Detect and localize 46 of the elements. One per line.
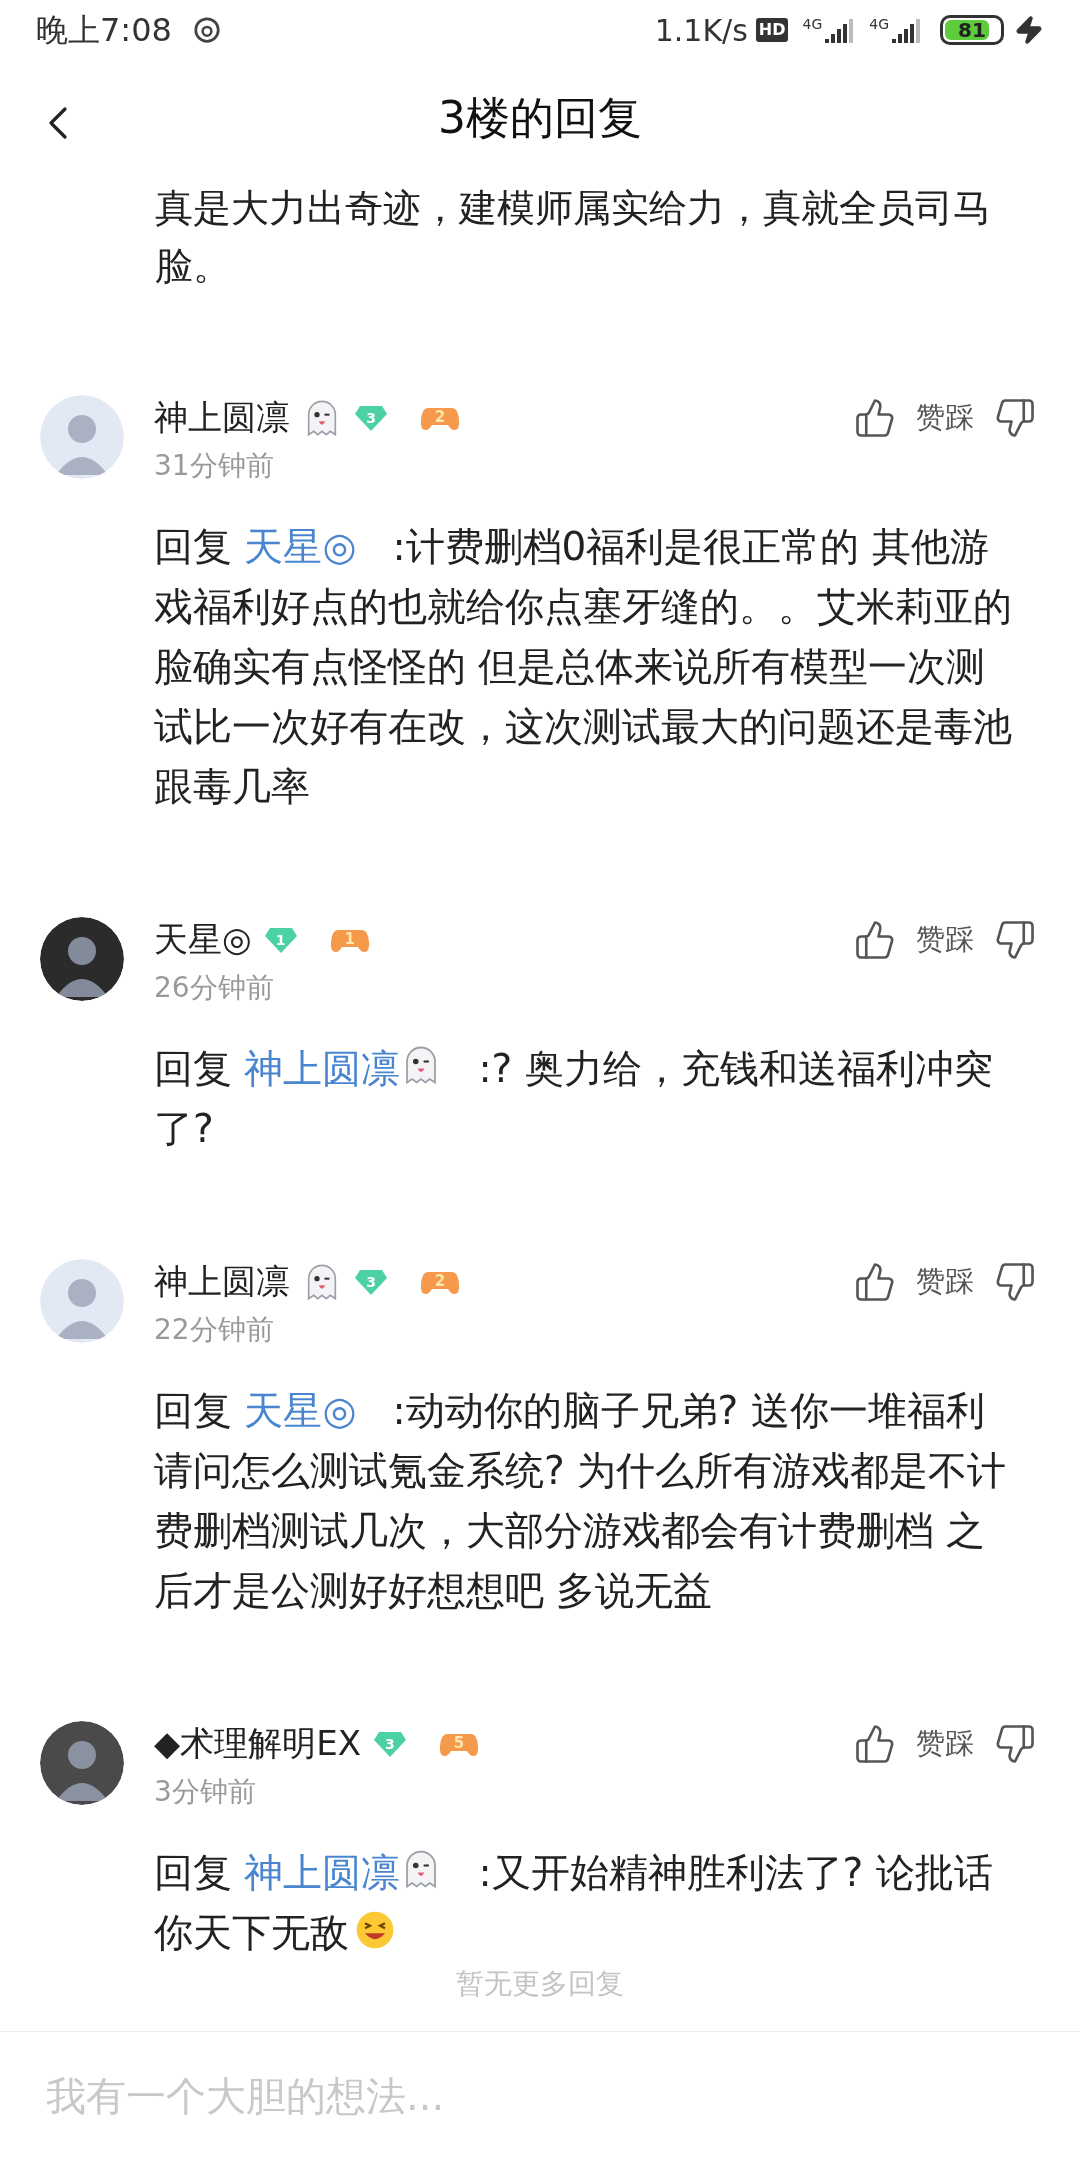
reply-target-link[interactable]: 天星◎ xyxy=(244,1388,357,1433)
username[interactable]: ◆术理解明EX xyxy=(154,1718,361,1770)
battery-percent: 81 xyxy=(957,18,987,43)
thumbs-up-icon[interactable] xyxy=(854,397,896,439)
status-time: 晚上7:08 xyxy=(36,10,172,52)
network-type: 4G xyxy=(869,17,889,32)
thumbs-up-icon[interactable] xyxy=(854,919,896,961)
signal-icon xyxy=(892,17,922,44)
username[interactable]: 神上圆凛 xyxy=(154,392,290,444)
comment-text: 回复 天星◎ :计费删档0福利是很正常的 其他游戏福利好点的也就给你点塞牙缝的。。艾米莉亚的脸确实有点怪怪的 但是总体来说所有模型一次测试比一次好有在改，这次测试最大的问题还是毒池跟毒几率 xyxy=(154,523,1013,811)
reply-target-link[interactable]: 天星◎ xyxy=(244,524,357,569)
level-badge: 1 xyxy=(263,926,298,954)
comment-text: 回复 天星◎ :动动你的脑子兄弟? 送你一堆福利请问怎么测试氪金系统? 为什么所有游戏都是不计费删档测试几次，大部分游戏都会有计费删档 之后才是公测好好想想吧 多说无益 xyxy=(154,1387,1008,1615)
comment-text: 回复 神上圆凛 :又开始精神胜利法了? 论批话你天下无敌 xyxy=(154,1847,994,1957)
avatar[interactable] xyxy=(40,1721,124,1805)
thumbs-up-icon[interactable] xyxy=(854,1261,896,1303)
no-more-replies: 暂无更多回复 xyxy=(456,1966,624,2002)
comment-time: 31分钟前 xyxy=(154,448,275,484)
level-badge: 3 xyxy=(354,1268,388,1296)
level-badge: 3 xyxy=(372,1730,407,1758)
reply-target-link[interactable]: 神上圆凛 xyxy=(244,1046,401,1091)
reaction-label: 赞踩 xyxy=(916,1263,974,1301)
level-badge: 3 xyxy=(354,404,388,432)
hd-badge: HD xyxy=(755,18,789,43)
reaction-label: 赞踩 xyxy=(916,399,974,437)
comment-text: 回复 神上圆凛 :? 奥力给，充钱和送福利冲突了? xyxy=(154,1043,994,1153)
network-type: 4G xyxy=(802,17,823,32)
thumbs-down-icon[interactable] xyxy=(994,919,1036,961)
thumbs-up-icon[interactable] xyxy=(854,1723,896,1765)
comment-time: 26分钟前 xyxy=(154,970,275,1006)
comment-text: 真是大力出奇迹，建模师属实给力，真就全员司马脸。 xyxy=(155,185,992,290)
thumbs-down-icon[interactable] xyxy=(994,1723,1036,1765)
thumbs-down-icon[interactable] xyxy=(994,1261,1036,1303)
comment-time: 22分钟前 xyxy=(154,1312,275,1348)
reaction-label: 赞踩 xyxy=(916,1725,974,1763)
app-notification-icon xyxy=(191,15,222,46)
comment-time: 3分钟前 xyxy=(154,1774,257,1810)
page-title: 3楼的回复 xyxy=(438,90,642,145)
avatar[interactable] xyxy=(40,917,124,1001)
network-speed: 1.1K/s xyxy=(654,11,748,50)
reaction-label: 赞踩 xyxy=(916,921,974,959)
username[interactable]: 天星◎ xyxy=(154,914,252,966)
username[interactable]: 神上圆凛 xyxy=(154,1256,290,1308)
signal-icon xyxy=(825,17,856,44)
reply-target-link[interactable]: 神上圆凛 xyxy=(244,1850,401,1895)
thumbs-down-icon[interactable] xyxy=(994,397,1036,439)
